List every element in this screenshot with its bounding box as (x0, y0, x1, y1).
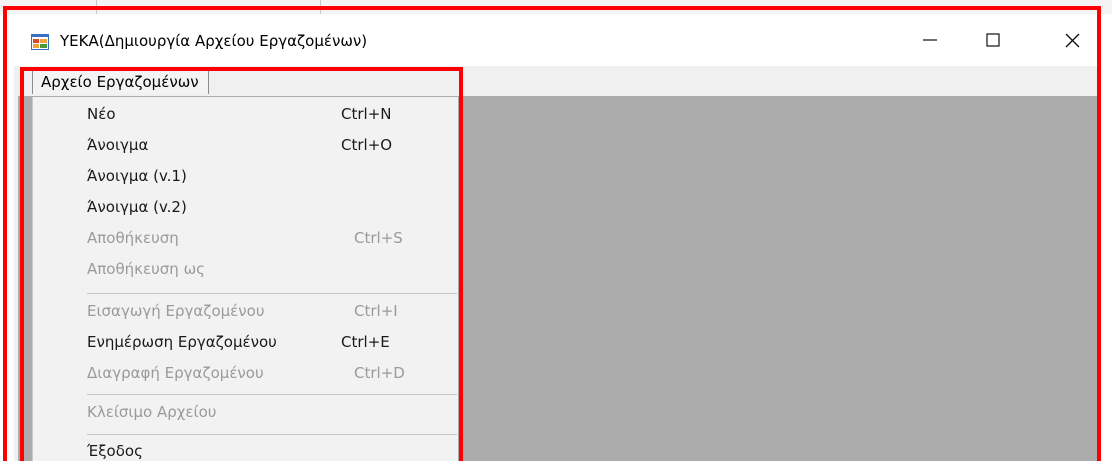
application-window: ΥΕΚΑ(Δημιουργία Αρχείου Εργαζομένων) Αρχ… (14, 18, 1097, 461)
menu-separator (87, 394, 457, 395)
menu-item-shortcut: Ctrl+D (354, 364, 405, 382)
menu-item-update-employee[interactable]: Ενημέρωση Εργαζομένου Ctrl+E (33, 327, 458, 357)
screenshot-stage: ΥΕΚΑ(Δημιουργία Αρχείου Εργαζομένων) Αρχ… (0, 0, 1112, 461)
menu-item-label: Άνοιγμα (87, 136, 149, 154)
menu-separator (87, 434, 457, 435)
maximize-button[interactable] (970, 18, 1016, 62)
menu-item-open-v1[interactable]: Άνοιγμα (v.1) (33, 161, 458, 191)
mdi-left-edge (14, 96, 18, 461)
menu-item-label: Άνοιγμα (v.1) (87, 167, 187, 185)
menu-item-label: Ενημέρωση Εργαζομένου (87, 333, 277, 351)
background-divider (96, 0, 97, 14)
background-divider (320, 0, 321, 14)
menu-item-close-file: Κλείσιμο Αρχείου (33, 397, 458, 427)
menu-item-label: Εισαγωγή Εργαζομένου (87, 302, 265, 320)
menu-item-label: Άνοιγμα (v.2) (87, 198, 187, 216)
menu-item-shortcut: Ctrl+S (354, 229, 403, 247)
menu-item-open-v2[interactable]: Άνοιγμα (v.2) (33, 192, 458, 222)
menu-item-new[interactable]: Νέο Ctrl+N (33, 99, 458, 129)
menu-item-open[interactable]: Άνοιγμα Ctrl+O (33, 130, 458, 160)
menu-item-label: Διαγραφή Εργαζομένου (87, 364, 264, 382)
maximize-icon (986, 33, 1000, 47)
menu-item-insert-employee: Εισαγωγή Εργαζομένου Ctrl+I (33, 296, 458, 326)
background-page-strip (0, 0, 1112, 14)
menu-archive-employees[interactable]: Αρχείο Εργαζομένων (32, 70, 209, 94)
menu-item-label: Αποθήκευση (87, 229, 179, 247)
menu-item-shortcut: Ctrl+N (341, 105, 392, 123)
minimize-button[interactable] (907, 18, 953, 62)
menu-item-shortcut: Ctrl+E (341, 333, 390, 351)
menu-item-label: Νέο (87, 105, 116, 123)
close-icon (1065, 33, 1079, 47)
menu-item-shortcut: Ctrl+I (354, 302, 398, 320)
menu-item-shortcut: Ctrl+O (341, 136, 393, 154)
file-dropdown-menu: Νέο Ctrl+N Άνοιγμα Ctrl+O Άνοιγμα (v.1) … (32, 97, 458, 461)
minimize-icon (923, 39, 937, 41)
app-window-icon[interactable] (31, 34, 49, 50)
menu-item-delete-employee: Διαγραφή Εργαζομένου Ctrl+D (33, 358, 458, 388)
window-title: ΥΕΚΑ(Δημιουργία Αρχείου Εργαζομένων) (60, 32, 368, 50)
menu-item-exit[interactable]: Έξοδος (33, 436, 458, 461)
menu-separator (87, 293, 457, 294)
close-button[interactable] (1049, 18, 1095, 62)
menu-item-label: Κλείσιμο Αρχείου (87, 403, 217, 421)
menu-item-save: Αποθήκευση Ctrl+S (33, 223, 458, 253)
menu-item-save-as: Αποθήκευση ως (33, 254, 458, 284)
menu-item-label: Αποθήκευση ως (87, 260, 205, 278)
title-bar[interactable]: ΥΕΚΑ(Δημιουργία Αρχείου Εργαζομένων) (14, 18, 1097, 66)
menu-item-label: Έξοδος (87, 442, 143, 460)
